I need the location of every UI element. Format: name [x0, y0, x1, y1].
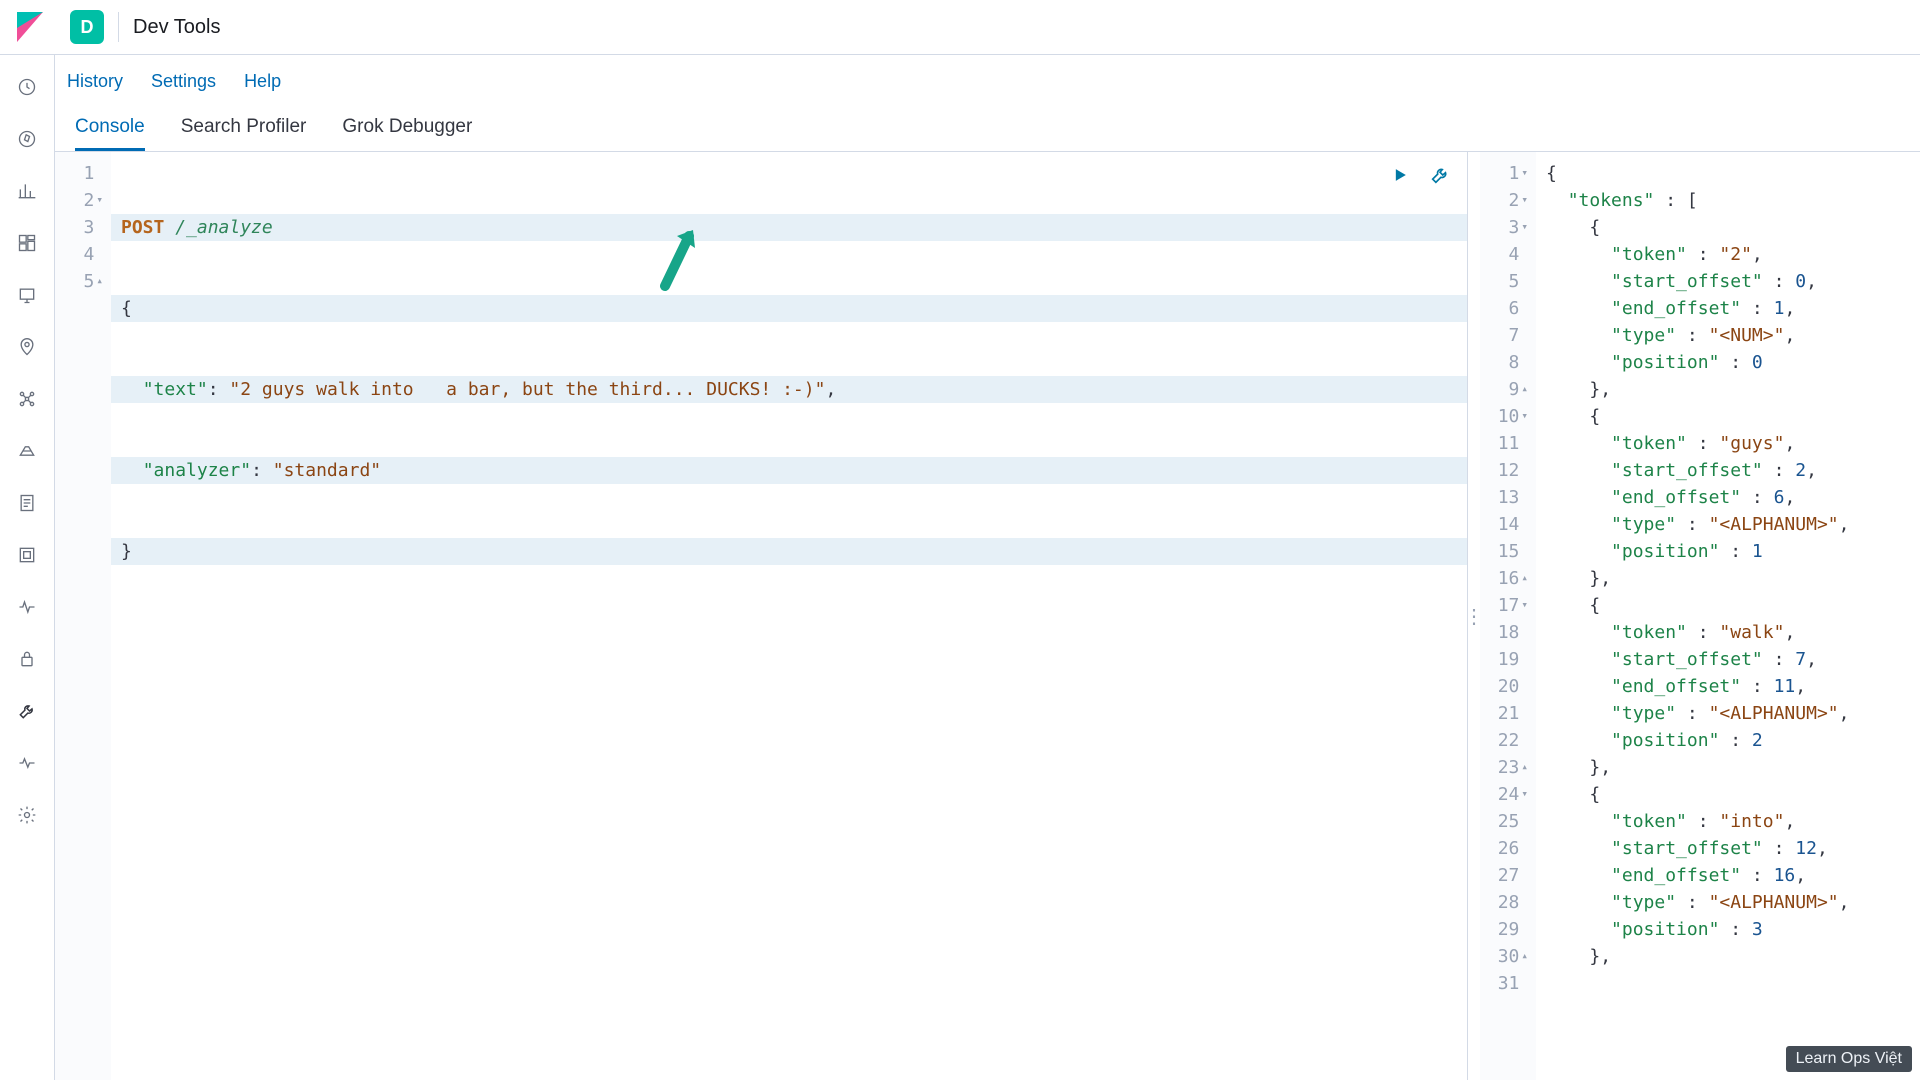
- app-badge[interactable]: D: [70, 10, 104, 44]
- response-code: { "tokens" : [ { "token" : "2", "start_o…: [1536, 152, 1920, 1080]
- http-method: POST: [121, 217, 164, 238]
- uptime-icon[interactable]: [15, 595, 39, 619]
- send-request-button[interactable]: [1387, 162, 1413, 188]
- management-icon[interactable]: [15, 803, 39, 827]
- dashboard-icon[interactable]: [15, 231, 39, 255]
- pane-resize-handle[interactable]: ⋮: [1468, 152, 1480, 1080]
- visualize-icon[interactable]: [15, 179, 39, 203]
- canvas-icon[interactable]: [15, 283, 39, 307]
- tab-console[interactable]: Console: [75, 116, 145, 151]
- top-bar: D Dev Tools: [0, 0, 1920, 55]
- discover-icon[interactable]: [15, 127, 39, 151]
- apm-icon[interactable]: [15, 543, 39, 567]
- page-title: Dev Tools: [133, 16, 220, 39]
- sidebar: [0, 55, 55, 1080]
- response-viewer[interactable]: 1▾2▾3▾4 5 6 7 8 9▴10▾11 12 13 14 15 16▴1…: [1480, 152, 1920, 1080]
- divider: [118, 12, 119, 42]
- response-gutter: 1▾2▾3▾4 5 6 7 8 9▴10▾11 12 13 14 15 16▴1…: [1480, 152, 1536, 1080]
- submenu: History Settings Help: [55, 55, 1920, 102]
- request-gutter: 1 2▾3 4 5▴: [55, 152, 111, 1080]
- kibana-logo-icon[interactable]: [10, 7, 50, 47]
- wrench-icon[interactable]: [1427, 162, 1453, 188]
- watermark: Learn Ops Việt: [1786, 1046, 1912, 1072]
- submenu-help[interactable]: Help: [244, 71, 281, 92]
- maps-icon[interactable]: [15, 335, 39, 359]
- submenu-settings[interactable]: Settings: [151, 71, 216, 92]
- logs-icon[interactable]: [15, 491, 39, 515]
- request-editor[interactable]: 1 2▾3 4 5▴ POST /_analyze { "text": "2 g…: [55, 152, 1468, 1080]
- request-path: /_analyze: [175, 217, 273, 238]
- request-code[interactable]: POST /_analyze { "text": "2 guys walk in…: [111, 152, 1467, 1080]
- recent-icon[interactable]: [15, 75, 39, 99]
- tab-grok-debugger[interactable]: Grok Debugger: [342, 116, 472, 151]
- tabs: Console Search Profiler Grok Debugger: [55, 102, 1920, 152]
- stack-monitor-icon[interactable]: [15, 751, 39, 775]
- siem-icon[interactable]: [15, 647, 39, 671]
- dev-tools-icon[interactable]: [15, 699, 39, 723]
- infra-icon[interactable]: [15, 439, 39, 463]
- tab-search-profiler[interactable]: Search Profiler: [181, 116, 307, 151]
- submenu-history[interactable]: History: [67, 71, 123, 92]
- ml-icon[interactable]: [15, 387, 39, 411]
